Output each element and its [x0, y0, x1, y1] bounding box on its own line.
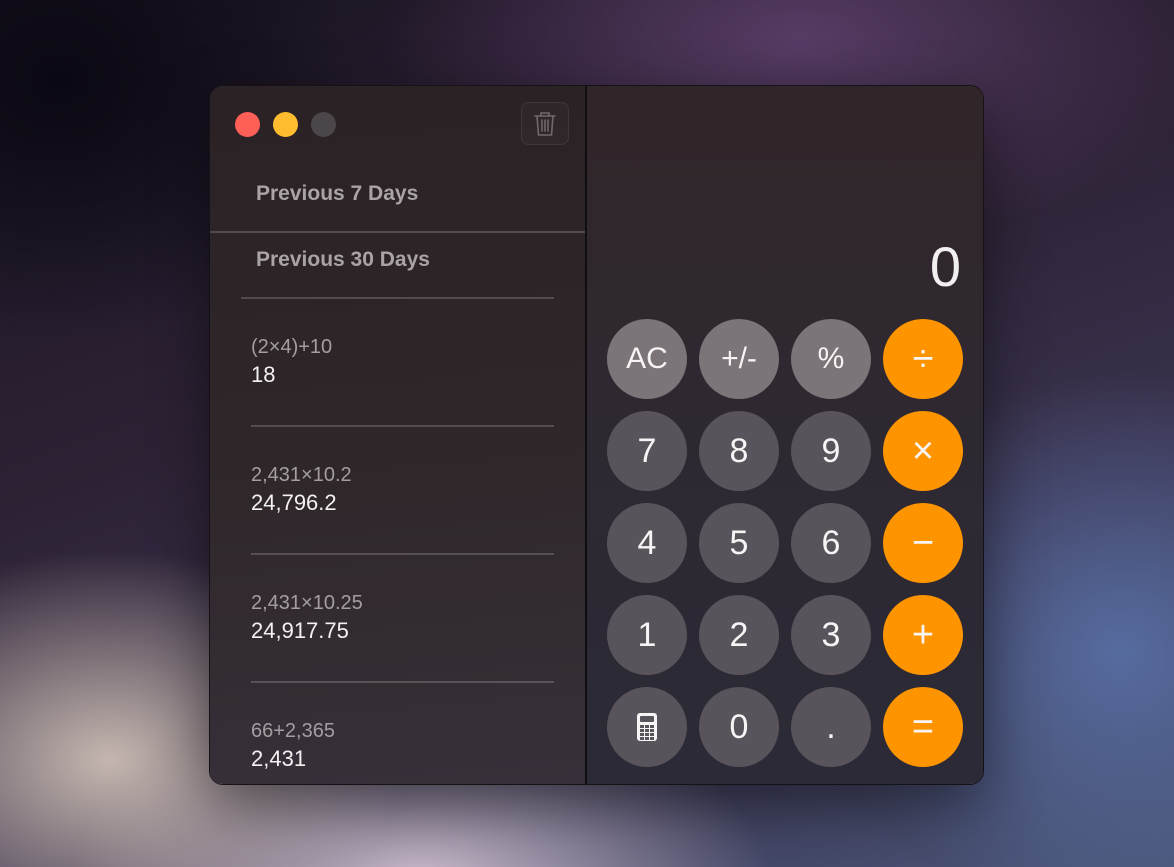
- history-result: 24,796.2: [251, 490, 337, 515]
- multiply-label: ×: [911, 429, 935, 472]
- history-item[interactable]: 66+2,365 2,431: [251, 718, 335, 774]
- digit-6-button[interactable]: 6: [791, 503, 871, 583]
- sign-toggle-button[interactable]: +/-: [699, 319, 779, 399]
- history-expression: 2,431×10.2: [251, 464, 352, 486]
- digit-0-label: 0: [729, 707, 749, 746]
- result-display: 0: [929, 235, 961, 298]
- digit-8-button[interactable]: 8: [699, 411, 779, 491]
- digit-0-button[interactable]: 0: [699, 687, 779, 767]
- divide-label: ÷: [912, 337, 934, 380]
- digit-7-button[interactable]: 7: [607, 411, 687, 491]
- calculator-mode-button[interactable]: [607, 687, 687, 767]
- history-expression: 66+2,365: [251, 720, 335, 742]
- divider: [210, 231, 585, 233]
- section-header-previous-7-days: Previous 7 Days: [256, 182, 419, 205]
- clear-history-button[interactable]: [521, 102, 569, 145]
- digit-9-label: 9: [821, 431, 841, 470]
- history-sidebar: Previous 7 Days Previous 30 Days (2×4)+1…: [210, 86, 587, 784]
- digit-2-button[interactable]: 2: [699, 595, 779, 675]
- digit-1-label: 1: [637, 615, 657, 654]
- keypad: AC +/-% ÷ 7 8 9 × 4 5 6 − 1 2 3 +0. =: [607, 319, 963, 767]
- equals-button[interactable]: =: [883, 687, 963, 767]
- calculator-window: Previous 7 Days Previous 30 Days (2×4)+1…: [209, 85, 984, 785]
- percent-label: %: [817, 342, 845, 375]
- divider: [251, 681, 554, 683]
- add-button[interactable]: +: [883, 595, 963, 675]
- divider: [251, 553, 554, 555]
- close-button[interactable]: [235, 112, 260, 137]
- history-result: 24,917.75: [251, 618, 349, 643]
- digit-3-button[interactable]: 3: [791, 595, 871, 675]
- zoom-button[interactable]: [311, 112, 336, 137]
- decimal-button[interactable]: .: [791, 687, 871, 767]
- digit-4-button[interactable]: 4: [607, 503, 687, 583]
- history-result: 18: [251, 362, 276, 387]
- window-controls: [235, 112, 336, 137]
- digit-9-button[interactable]: 9: [791, 411, 871, 491]
- digit-8-label: 8: [729, 431, 749, 470]
- digit-3-label: 3: [821, 615, 841, 654]
- trash-icon: [534, 111, 556, 136]
- equals-label: =: [911, 705, 935, 748]
- divide-button[interactable]: ÷: [883, 319, 963, 399]
- digit-2-label: 2: [729, 615, 749, 654]
- all-clear-label: AC: [626, 342, 668, 375]
- digit-4-label: 4: [637, 523, 657, 562]
- percent-button[interactable]: %: [791, 319, 871, 399]
- history-item[interactable]: 2,431×10.25 24,917.75: [251, 590, 363, 646]
- sign-toggle-label: +/-: [721, 342, 757, 375]
- divider: [251, 425, 554, 427]
- decimal-label: .: [826, 707, 836, 746]
- calculator-icon: [637, 713, 657, 741]
- digit-7-label: 7: [637, 431, 657, 470]
- history-expression: 2,431×10.25: [251, 592, 363, 614]
- calculator-main: 0 AC +/-% ÷ 7 8 9 × 4 5 6 − 1 2 3 +0. =: [587, 86, 983, 784]
- digit-5-label: 5: [729, 523, 749, 562]
- digit-5-button[interactable]: 5: [699, 503, 779, 583]
- history-result: 2,431: [251, 746, 307, 771]
- subtract-label: −: [911, 521, 935, 564]
- all-clear-button[interactable]: AC: [607, 319, 687, 399]
- history-expression: (2×4)+10: [251, 336, 333, 358]
- history-item[interactable]: (2×4)+10 18: [251, 334, 332, 390]
- add-label: +: [911, 613, 935, 656]
- minimize-button[interactable]: [273, 112, 298, 137]
- digit-6-label: 6: [821, 523, 841, 562]
- section-header-previous-30-days: Previous 30 Days: [256, 248, 430, 271]
- divider: [241, 297, 554, 299]
- multiply-button[interactable]: ×: [883, 411, 963, 491]
- digit-1-button[interactable]: 1: [607, 595, 687, 675]
- subtract-button[interactable]: −: [883, 503, 963, 583]
- history-item[interactable]: 2,431×10.2 24,796.2: [251, 462, 352, 518]
